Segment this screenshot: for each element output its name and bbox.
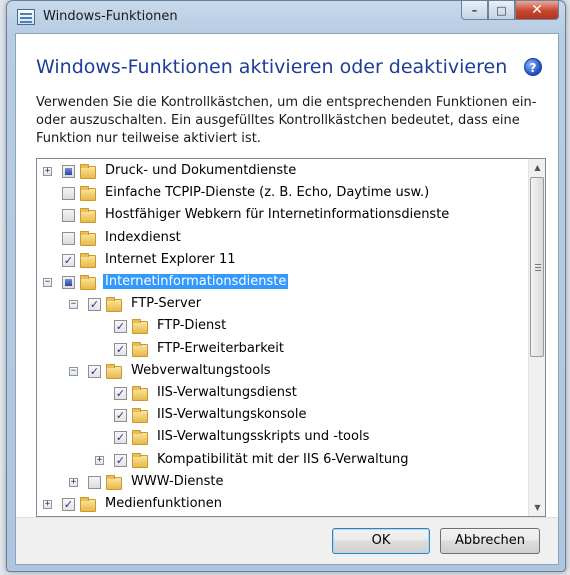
tree-item[interactable]: − ✓ Webverwaltungstools	[37, 361, 525, 382]
page-title: Windows-Funktionen aktivieren oder deakt…	[36, 56, 508, 78]
minimize-button[interactable]: –	[461, 1, 488, 20]
folder-icon	[106, 474, 122, 490]
folder-icon	[80, 186, 96, 202]
feature-checkbox[interactable]: ✓	[62, 253, 75, 267]
windows-features-icon	[17, 9, 35, 25]
vertical-scrollbar[interactable]: ▲ ▼	[528, 159, 545, 516]
tree-item[interactable]: ✓ FTP-Dienst	[37, 316, 525, 337]
tree-item-label: Webverwaltungstools	[131, 362, 271, 378]
feature-checkbox[interactable]: ✓	[88, 298, 101, 312]
tree-item[interactable]: − Internetinformationsdienste	[37, 272, 525, 293]
scroll-up-arrow-icon[interactable]: ▲	[529, 159, 545, 176]
feature-checkbox[interactable]: ✓	[114, 409, 127, 423]
tree-item[interactable]: − ✓ FTP-Server	[37, 294, 525, 315]
tree-item-label: IIS-Verwaltungsskripts und -tools	[157, 429, 370, 445]
collapse-icon[interactable]: −	[69, 366, 78, 376]
tree-item-label: WWW-Dienste	[131, 473, 224, 489]
expand-icon[interactable]: +	[43, 167, 52, 176]
folder-icon	[132, 430, 148, 446]
folder-icon	[80, 230, 96, 246]
feature-checkbox[interactable]	[62, 165, 75, 178]
tree-item-label: FTP-Erweiterbarkeit	[157, 340, 285, 356]
tree-item-label: IIS-Verwaltungsdienst	[157, 385, 297, 400]
folder-icon	[132, 386, 148, 401]
scroll-down-arrow-icon[interactable]: ▼	[529, 499, 545, 516]
folder-icon	[80, 208, 96, 224]
tree-item-label: FTP-Server	[131, 296, 202, 312]
dialog-window: Windows-Funktionen – □ ✕ Windows-Funktio…	[6, 0, 566, 572]
feature-checkbox[interactable]: ✓	[114, 453, 127, 467]
features-tree[interactable]: + Druck- und Dokumentdienste Einfache TCPI…	[36, 158, 546, 517]
folder-icon	[132, 319, 148, 335]
folder-icon	[80, 275, 96, 290]
feature-checkbox[interactable]	[62, 187, 75, 201]
feature-checkbox[interactable]: ✓	[114, 431, 127, 445]
tree-item[interactable]: Einfache TCPIP-Dienste (z. B. Echo, Dayt…	[37, 183, 525, 204]
tree-item-label: Hostfähiger Webkern für Internetinformat…	[105, 207, 450, 223]
close-button[interactable]: ✕	[515, 1, 559, 20]
feature-checkbox[interactable]: ✓	[88, 364, 101, 378]
tree-item[interactable]: ✓ FTP-Erweiterbarkeit	[37, 339, 525, 360]
dialog-footer: OK Abbrechen	[16, 517, 558, 564]
window-title: Windows-Funktionen	[43, 9, 178, 24]
help-icon[interactable]: ?	[524, 58, 542, 76]
folder-icon	[132, 408, 148, 424]
folder-icon	[106, 363, 122, 379]
description-text: Verwenden Sie die Kontrollkästchen, um d…	[36, 95, 537, 146]
collapse-icon[interactable]: −	[43, 278, 52, 287]
tree-item[interactable]: ✓ IIS-Verwaltungsdienst	[37, 383, 525, 404]
window-controls: – □ ✕	[461, 1, 559, 21]
feature-checkbox[interactable]: ✓	[62, 498, 75, 511]
folder-icon	[80, 164, 96, 179]
tree-item[interactable]: Indexdienst	[37, 228, 525, 249]
scroll-grip-icon	[535, 264, 541, 271]
cancel-button[interactable]: Abbrechen	[440, 528, 540, 554]
expand-icon[interactable]: +	[95, 455, 104, 465]
ok-button[interactable]: OK	[332, 528, 430, 554]
folder-icon	[106, 297, 122, 313]
tree-item[interactable]: ✓ Internet Explorer 11	[37, 250, 525, 271]
feature-checkbox[interactable]: ✓	[114, 387, 127, 400]
scrollbar-thumb[interactable]	[530, 177, 544, 357]
collapse-icon[interactable]: −	[69, 300, 78, 310]
tree-item-label: IIS-Verwaltungskonsole	[157, 407, 307, 423]
maximize-button[interactable]: □	[488, 1, 515, 20]
feature-checkbox[interactable]	[62, 231, 75, 245]
tree-item-label: Indexdienst	[105, 229, 181, 245]
tree-item-label: Einfache TCPIP-Dienste (z. B. Echo, Dayt…	[105, 185, 430, 201]
folder-icon	[132, 341, 148, 357]
folder-icon	[132, 452, 148, 468]
tree-item-label: FTP-Dienst	[157, 318, 227, 334]
folder-icon	[80, 497, 96, 512]
tree-item-label: Internetinformationsdienste	[103, 274, 289, 289]
feature-checkbox[interactable]: ✓	[114, 342, 127, 356]
feature-checkbox[interactable]	[88, 475, 101, 489]
tree-item-label: Medienfunktionen	[105, 496, 223, 511]
feature-checkbox[interactable]: ✓	[114, 320, 127, 334]
feature-checkbox[interactable]	[62, 276, 75, 289]
tree-item[interactable]: + ✓ Kompatibilität mit der IIS 6-Verwaltun…	[37, 450, 525, 471]
tree-item-label: Kompatibilität mit der IIS 6-Verwaltung	[157, 451, 409, 467]
expand-icon[interactable]: +	[43, 500, 52, 509]
folder-icon	[80, 252, 96, 268]
tree-item-label: Druck- und Dokumentdienste	[105, 163, 297, 178]
tree-item[interactable]: ✓ IIS-Verwaltungsskripts und -tools	[37, 427, 525, 448]
title-bar[interactable]: Windows-Funktionen – □ ✕	[7, 1, 565, 33]
tree-item-label: Internet Explorer 11	[105, 251, 236, 267]
tree-item[interactable]: + WWW-Dienste	[37, 472, 525, 493]
tree-item[interactable]: ✓ IIS-Verwaltungskonsole	[37, 405, 525, 426]
tree-item[interactable]: Hostfähiger Webkern für Internetinformat…	[37, 205, 525, 226]
expand-icon[interactable]: +	[69, 477, 78, 487]
dialog-content: Windows-Funktionen aktivieren oder deakt…	[15, 33, 559, 565]
feature-checkbox[interactable]	[62, 209, 75, 223]
tree-item[interactable]: + ✓ Medienfunktionen	[37, 494, 525, 515]
tree-item[interactable]: + Druck- und Dokumentdienste	[37, 161, 525, 182]
